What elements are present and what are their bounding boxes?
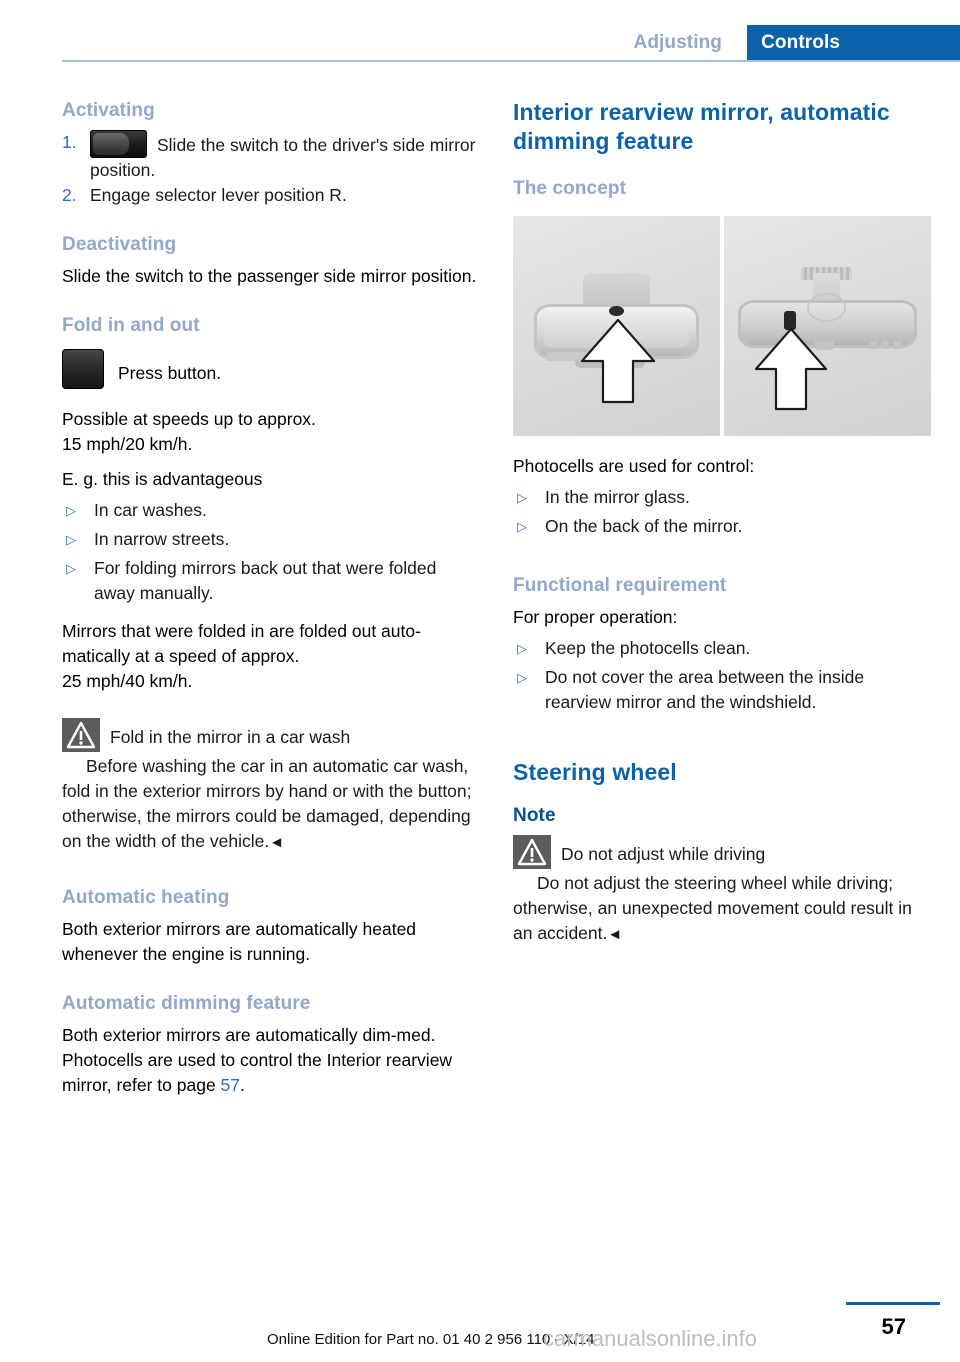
list-item-label: For folding mirrors back out that were f… bbox=[94, 558, 437, 603]
arrow-up-icon bbox=[754, 327, 828, 411]
end-marker-icon: ◄ bbox=[607, 926, 623, 943]
warning-body: Do not adjust the steering wheel while d… bbox=[513, 873, 912, 943]
examples-intro: E. g. this is advantageous bbox=[62, 469, 263, 489]
press-button-icon bbox=[62, 349, 104, 389]
list-item: ▷ In the mirror glass. bbox=[513, 485, 931, 511]
list-item-label: In the mirror glass. bbox=[545, 487, 690, 507]
warning-title: Fold in the mirror in a car wash bbox=[110, 727, 351, 747]
list-item: 1. Slide the switch to the driver's side… bbox=[62, 130, 480, 183]
rocker-switch-icon bbox=[90, 130, 147, 158]
header-section-band: Controls bbox=[747, 25, 960, 60]
heading-deactivating: Deactivating bbox=[62, 234, 177, 255]
page-footer: Online Edition for Part no. 01 40 2 956 … bbox=[0, 1282, 960, 1362]
fold-examples-list: ▷ In car washes. ▷ In narrow streets. ▷ … bbox=[62, 498, 480, 606]
list-item-label: Keep the photocells clean. bbox=[545, 638, 751, 658]
triangle-bullet-icon: ▷ bbox=[517, 490, 527, 505]
left-column: Activating 1. Slide the switch to the dr… bbox=[62, 98, 480, 1098]
list-item: ▷ In car washes. bbox=[62, 498, 480, 524]
header-section-label: Controls bbox=[761, 31, 840, 53]
warning-triangle-icon bbox=[513, 835, 551, 869]
page-reference-link[interactable]: 57 bbox=[221, 1075, 240, 1095]
automatic-dimming-text: Both exterior mirrors are automatically … bbox=[62, 1023, 480, 1098]
list-item: ▷ For folding mirrors back out that were… bbox=[62, 556, 480, 606]
right-column: Interior rearview mirror, automatic dimm… bbox=[513, 98, 931, 947]
list-item-label: In car washes. bbox=[94, 500, 207, 520]
list-item-label: In narrow streets. bbox=[94, 529, 230, 549]
list-item-label: On the back of the mirror. bbox=[545, 516, 743, 536]
arrow-up-icon bbox=[581, 319, 656, 404]
end-marker-icon: ◄ bbox=[269, 834, 285, 851]
heading-functional-requirement: Functional requirement bbox=[513, 575, 727, 596]
list-item: ▷ Do not cover the area between the insi… bbox=[513, 665, 931, 715]
triangle-bullet-icon: ▷ bbox=[517, 670, 527, 685]
warning-body: Before washing the car in an automatic c… bbox=[62, 756, 472, 851]
list-item: ▷ Keep the photocells clean. bbox=[513, 636, 931, 662]
photocell-location-list: ▷ In the mirror glass. ▷ On the back of … bbox=[513, 485, 931, 540]
heading-note: Note bbox=[513, 805, 556, 826]
dimming-text-after: . bbox=[240, 1075, 245, 1095]
automatic-heating-text: Both exterior mirrors are automatically … bbox=[62, 919, 417, 964]
heading-fold-in-and-out: Fold in and out bbox=[62, 315, 200, 336]
warning-title: Do not adjust while driving bbox=[561, 844, 766, 864]
watermark-text: carmanualsonline.info bbox=[543, 1326, 758, 1351]
triangle-bullet-icon: ▷ bbox=[66, 532, 76, 547]
heading-interior-rearview-mirror: Interior rearview mirror, automatic dimm… bbox=[513, 99, 890, 154]
step-label: Engage selector lever position R. bbox=[90, 185, 347, 205]
step-number: 1. bbox=[62, 132, 77, 152]
functional-intro: For proper operation: bbox=[513, 607, 678, 627]
warning-block-steering: Do not adjust while driving Do not adjus… bbox=[513, 835, 931, 947]
press-button-label: Press button. bbox=[118, 363, 222, 383]
speed-note: Possible at speeds up to approx. 15 mph/… bbox=[62, 409, 316, 454]
triangle-bullet-icon: ▷ bbox=[66, 503, 76, 518]
photocells-intro: Photocells are used for control: bbox=[513, 456, 755, 476]
page-header: Controls Adjusting bbox=[0, 0, 960, 62]
triangle-bullet-icon: ▷ bbox=[517, 641, 527, 656]
heading-the-concept: The concept bbox=[513, 178, 627, 199]
dimming-text-before: Both exterior mirrors are automatically … bbox=[62, 1025, 453, 1095]
header-divider bbox=[62, 60, 960, 62]
press-button-row: Press button. bbox=[62, 349, 480, 389]
mirror-front-view-image bbox=[513, 216, 720, 436]
triangle-bullet-icon: ▷ bbox=[66, 561, 76, 576]
deactivating-text: Slide the switch to the passenger side m… bbox=[62, 266, 477, 286]
mirror-rear-view-image bbox=[724, 216, 931, 436]
functional-requirement-list: ▷ Keep the photocells clean. ▷ Do not co… bbox=[513, 636, 931, 715]
page-number: 57 bbox=[881, 1314, 906, 1339]
list-item: 2. Engage selector lever position R. bbox=[62, 183, 480, 208]
document-page: Controls Adjusting Activating 1. Slide t… bbox=[0, 0, 960, 1362]
step-number: 2. bbox=[62, 185, 77, 205]
step-label: Slide the switch to the driver's side mi… bbox=[90, 135, 476, 180]
list-item: ▷ On the back of the mirror. bbox=[513, 514, 931, 540]
header-chapter-label: Adjusting bbox=[633, 31, 722, 53]
heading-automatic-heating: Automatic heating bbox=[62, 887, 230, 908]
list-item-label: Do not cover the area between the inside… bbox=[545, 667, 865, 712]
warning-block-car-wash: Fold in the mirror in a car wash Before … bbox=[62, 718, 480, 855]
photocell-marker bbox=[609, 306, 624, 317]
heading-automatic-dimming: Automatic dimming feature bbox=[62, 993, 311, 1014]
warning-triangle-icon bbox=[62, 718, 100, 752]
page-number-rule bbox=[846, 1302, 940, 1305]
activating-steps-list: 1. Slide the switch to the driver's side… bbox=[62, 130, 480, 208]
auto-unfold-text: Mirrors that were folded in are folded o… bbox=[62, 621, 421, 691]
step-text: Slide the switch to the driver's side mi… bbox=[90, 130, 480, 183]
triangle-bullet-icon: ▷ bbox=[517, 519, 527, 534]
rearview-mirror-photocell-figure bbox=[513, 216, 931, 436]
heading-activating: Activating bbox=[62, 100, 155, 121]
list-item: ▷ In narrow streets. bbox=[62, 527, 480, 553]
heading-steering-wheel: Steering wheel bbox=[513, 759, 677, 785]
